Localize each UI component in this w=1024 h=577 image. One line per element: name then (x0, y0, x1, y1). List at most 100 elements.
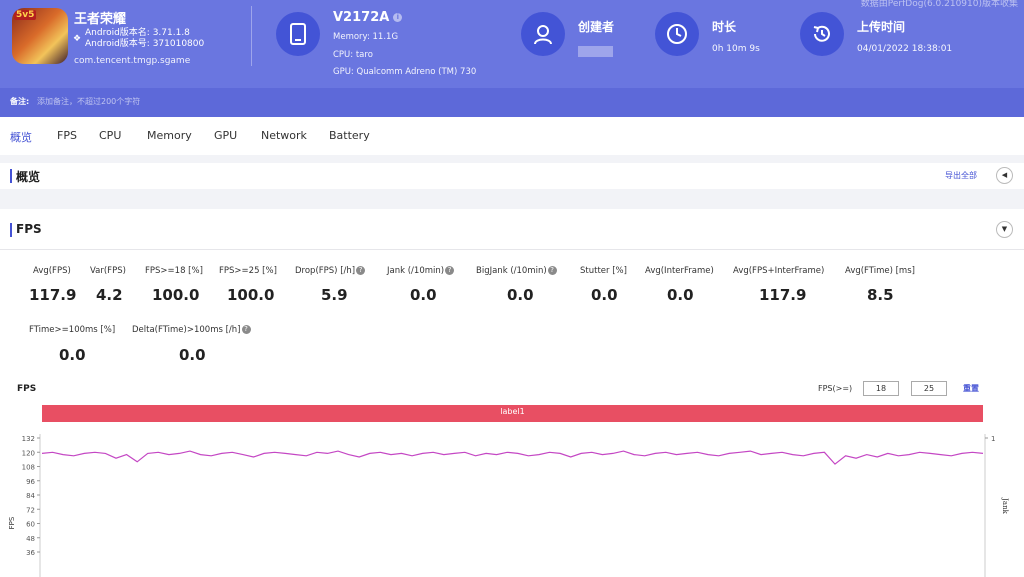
fps-title: FPS (16, 222, 42, 236)
app-package: com.tencent.tmgp.sgame (74, 56, 191, 66)
y-axis-title: FPS (8, 516, 16, 529)
duration-value: 0h 10m 9s (712, 44, 760, 54)
stat-value: 117.9 (759, 286, 807, 304)
device-info-icon[interactable]: i (393, 13, 403, 22)
device-cpu: CPU: taro (333, 50, 373, 60)
fps-accent (10, 223, 12, 237)
duration-label: 时长 (712, 20, 737, 34)
collapse-left-icon[interactable]: ◀ (996, 167, 1013, 184)
y-tick-label: 96 (26, 478, 35, 486)
tab-battery[interactable]: Battery (329, 129, 370, 142)
section-gap-2 (0, 189, 1024, 209)
header-divider (251, 6, 252, 66)
note-bar[interactable] (0, 88, 1024, 117)
stat-value: 117.9 (29, 286, 77, 304)
y-tick-label: 108 (22, 464, 35, 472)
export-all-link[interactable]: 导出全部 (945, 170, 977, 181)
android-version-code: Android版本号: 371010800 (85, 39, 205, 49)
note-label: 备注: (10, 97, 30, 106)
stat-label-with-help: Drop(FPS) [/h]? (295, 266, 366, 276)
label-range-bar[interactable]: label1 (42, 405, 983, 422)
stat-value: 0.0 (507, 286, 534, 304)
fps-line-chart[interactable]: 132 120 108 96 84 72 60 48 36 1 FPS Jank (0, 428, 1024, 577)
help-icon[interactable]: ? (356, 266, 366, 275)
chart-title: FPS (17, 384, 37, 394)
report-header: 数据由PerfDog(6.0.210910)版本收集 5v5 王者荣耀 ❖ An… (0, 0, 1024, 117)
collapse-down-icon[interactable]: ▼ (996, 221, 1013, 238)
right-tick-label: 1 (991, 435, 995, 443)
y-tick-label: 132 (22, 435, 35, 443)
overview-accent (10, 169, 12, 183)
overview-header: 概览 (0, 163, 1024, 189)
tab-fps[interactable]: FPS (57, 129, 77, 142)
creator-value (578, 46, 613, 57)
clock-icon (655, 12, 699, 56)
stat-label: FPS>=25 [%] (219, 266, 277, 276)
tab-gpu[interactable]: GPU (214, 129, 237, 142)
upload-time-label: 上传时间 (857, 20, 906, 34)
tab-cpu[interactable]: CPU (99, 129, 121, 142)
stat-value: 0.0 (59, 346, 86, 364)
stat-value: 100.0 (227, 286, 275, 304)
watermark-text: 数据由PerfDog(6.0.210910)版本收集 (860, 0, 1018, 9)
y-tick-label: 60 (26, 521, 35, 529)
stat-label: Avg(FPS) (33, 266, 71, 276)
app-version-info: Android版本名: 3.71.1.8 Android版本号: 3710108… (85, 28, 204, 50)
y-tick-label: 120 (22, 449, 35, 457)
stat-label: Avg(FTime) [ms] (845, 266, 915, 276)
y-tick-label: 48 (26, 535, 35, 543)
device-gpu: GPU: Qualcomm Adreno (TM) 730 (333, 67, 477, 77)
perfdog-report: 数据由PerfDog(6.0.210910)版本收集 5v5 王者荣耀 ❖ An… (0, 0, 1024, 577)
android-icon: ❖ (73, 34, 82, 44)
stat-label: Stutter [%] (580, 266, 627, 276)
history-icon (800, 12, 844, 56)
fps-series-line (41, 450, 984, 465)
overview-title: 概览 (16, 170, 41, 184)
right-axis-title: Jank (1001, 497, 1009, 514)
y-tick-label: 84 (26, 492, 35, 500)
stat-value: 100.0 (152, 286, 200, 304)
stat-label: FPS>=18 [%] (145, 266, 203, 276)
label-range-text: label1 (500, 407, 525, 416)
stat-label-with-help: BigJank (/10min)? (476, 266, 557, 276)
stat-label-with-help: Jank (/10min)? (387, 266, 455, 276)
stat-value: 0.0 (591, 286, 618, 304)
device-name-row: V2172A i (333, 10, 403, 25)
stat-label-text: Jank (/10min) (387, 266, 445, 276)
reset-button[interactable]: 重置 (963, 383, 979, 394)
fps-threshold-high-input[interactable] (911, 381, 947, 396)
stat-value: 0.0 (667, 286, 694, 304)
app-icon-badge: 5v5 (14, 10, 37, 20)
stat-label: Avg(InterFrame) (645, 266, 714, 276)
y-tick-label: 72 (26, 506, 35, 514)
creator-label: 创建者 (578, 20, 615, 34)
phone-icon (276, 12, 320, 56)
stat-label-text: Drop(FPS) [/h] (295, 266, 356, 276)
stat-value: 4.2 (96, 286, 123, 304)
stat-value: 0.0 (179, 346, 206, 364)
fps-divider (0, 249, 1024, 250)
android-version-name: Android版本名: 3.71.1.8 (85, 28, 190, 38)
app-name: 王者荣耀 (74, 12, 127, 27)
help-icon[interactable]: ? (241, 325, 251, 334)
device-name: V2172A (333, 10, 390, 25)
tab-overview[interactable]: 概览 (10, 129, 32, 145)
tab-network[interactable]: Network (261, 129, 307, 142)
help-icon[interactable]: ? (445, 266, 455, 275)
fps-threshold-low-input[interactable] (863, 381, 899, 396)
stat-value: 8.5 (867, 286, 894, 304)
app-icon: 5v5 (12, 8, 68, 64)
help-icon[interactable]: ? (547, 266, 557, 275)
device-memory: Memory: 11.1G (333, 32, 399, 42)
upload-time-value: 04/01/2022 18:38:01 (857, 44, 953, 54)
user-icon (521, 12, 565, 56)
stat-label-text: Delta(FTime)>100ms [/h] (132, 325, 241, 335)
fps-filter-label: FPS(>=) (818, 384, 853, 393)
stat-label-text: BigJank (/10min) (476, 266, 547, 276)
tab-bar: 概览 FPS CPU Memory GPU Network Battery (0, 117, 1024, 155)
fps-header: FPS (0, 217, 1024, 243)
tab-memory[interactable]: Memory (147, 129, 192, 142)
stat-label: Var(FPS) (90, 266, 126, 276)
note-input[interactable]: 添加备注，不超过200个字符 (37, 96, 140, 107)
y-tick-label: 36 (26, 549, 35, 557)
